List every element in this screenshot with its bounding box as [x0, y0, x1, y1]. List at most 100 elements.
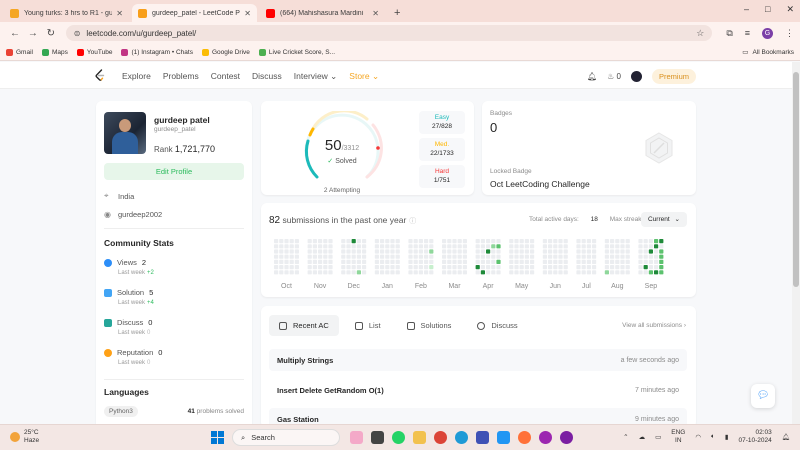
heatmap-cell — [475, 244, 480, 249]
submission-row[interactable]: Multiply Strings a few seconds ago — [269, 349, 687, 371]
heatmap-cell — [496, 244, 501, 249]
tab-solutions[interactable]: Solutions — [397, 315, 462, 336]
new-tab-button[interactable]: + — [388, 4, 406, 22]
clock[interactable]: 02:03 07-10-2024 — [738, 429, 771, 445]
profile-rank: Rank 1,721,770 — [154, 144, 215, 154]
submission-row[interactable]: Insert Delete GetRandom O(1) 7 minutes ag… — [269, 379, 687, 401]
difficulty-medium[interactable]: Med. 22/1733 — [419, 138, 465, 161]
whatsapp-icon[interactable] — [392, 431, 405, 444]
chrome-profile-icon[interactable] — [560, 431, 573, 444]
browser-tab-3[interactable]: (664) Mahishasura Mardini ✕ — [260, 4, 385, 22]
nav-explore[interactable]: Explore — [122, 71, 151, 82]
tab-recent-ac[interactable]: Recent AC — [269, 315, 339, 336]
task-view-icon[interactable] — [371, 431, 384, 444]
volume-icon[interactable]: 🔈︎ — [711, 433, 715, 441]
file-explorer-icon[interactable] — [413, 431, 426, 444]
heatmap-cell — [362, 249, 367, 254]
menu-dots-icon[interactable]: ⋮ — [785, 28, 794, 39]
maximize-button[interactable]: □ — [765, 4, 770, 15]
nav-interview[interactable]: Interview ⌄ — [294, 71, 338, 82]
language-indicator[interactable]: ENG IN — [671, 429, 685, 445]
difficulty-hard[interactable]: Hard 1/751 — [419, 165, 465, 188]
period-select[interactable]: Current ⌄ — [641, 212, 687, 227]
tab-close-icon[interactable]: ✕ — [244, 9, 251, 18]
info-icon[interactable]: ⓘ — [409, 218, 416, 225]
extensions-icon[interactable]: ⧉ — [726, 28, 732, 39]
bookmark-label: YouTube — [86, 48, 113, 56]
bookmark-gmail[interactable]: Gmail — [6, 48, 33, 56]
windows-start-icon[interactable] — [211, 431, 224, 444]
browser-tab-1[interactable]: Young turks: 3 hrs to R1 - gurdeep ✕ — [4, 4, 129, 22]
notifications-icon[interactable]: 🔔︎ — [782, 433, 790, 441]
chevron-up-icon[interactable]: ⌃ — [623, 433, 628, 441]
heatmap-cell — [491, 270, 496, 275]
heatmap-month-label: Nov — [314, 283, 327, 290]
reload-icon[interactable]: ↻ — [42, 28, 60, 39]
difficulty-easy[interactable]: Easy 27/828 — [419, 111, 465, 134]
language-tag[interactable]: Python3 — [104, 406, 138, 417]
media-icon[interactable]: ≡ — [745, 28, 750, 38]
forward-arrow-icon[interactable]: → — [24, 28, 42, 39]
weather-widget[interactable]: 25°C Haze — [10, 429, 39, 445]
leetcode-logo-icon[interactable] — [94, 69, 106, 82]
app-icon[interactable] — [476, 431, 489, 444]
all-bookmarks-button[interactable]: ▭ All Bookmarks — [742, 48, 794, 57]
widgets-app-icon[interactable] — [350, 431, 363, 444]
badges-count: 0 — [490, 120, 498, 135]
bookmark-star-icon[interactable]: ☆ — [696, 28, 704, 39]
bookmark-youtube[interactable]: YouTube — [76, 48, 113, 56]
cloud-icon[interactable]: ☁ — [639, 433, 646, 441]
feedback-chat-button[interactable]: 💬︎ — [751, 384, 775, 408]
tab-close-icon[interactable]: ✕ — [372, 9, 379, 18]
tab-discuss[interactable]: Discuss — [467, 315, 527, 336]
wifi-icon[interactable]: ◠ — [695, 433, 701, 441]
heatmap-cell — [307, 259, 312, 264]
bookmark-instagram[interactable]: (1) Instagram • Chats — [121, 48, 193, 56]
premium-button[interactable]: Premium — [651, 69, 696, 84]
taskbar-search[interactable]: ⌕ Search — [232, 429, 340, 446]
heatmap-cell — [542, 254, 547, 259]
github-icon: ◉ — [104, 210, 111, 219]
edit-profile-button[interactable]: Edit Profile — [104, 163, 244, 180]
chrome-icon[interactable] — [434, 431, 447, 444]
chrome-profile-icon[interactable] — [539, 431, 552, 444]
bookmark-cricket[interactable]: Live Cricket Score, S... — [258, 48, 335, 56]
heatmap-cell — [530, 254, 535, 259]
close-window-button[interactable]: ✕ — [786, 4, 794, 15]
battery-icon[interactable]: ▮ — [725, 433, 729, 441]
browser-tab-2[interactable]: gurdeep_patel - LeetCode Profile ✕ — [132, 4, 257, 22]
points-display[interactable]: ♨ 0 — [607, 72, 621, 81]
heatmap-cell — [328, 265, 333, 270]
page-scrollbar[interactable] — [792, 62, 800, 424]
minimize-button[interactable]: – — [744, 4, 749, 15]
notification-bell-icon[interactable]: 🔔︎ — [587, 72, 597, 81]
heatmap-cell — [274, 239, 279, 244]
view-all-submissions-link[interactable]: View all submissions › — [622, 322, 686, 329]
heatmap-cell — [413, 259, 418, 264]
user-avatar[interactable] — [630, 71, 642, 82]
tab-list[interactable]: List — [345, 315, 391, 336]
nav-discuss[interactable]: Discuss — [252, 71, 282, 82]
profile-avatar[interactable]: G — [762, 27, 774, 39]
firefox-icon[interactable] — [518, 431, 531, 444]
solved-ring[interactable]: 50/3312 ✓ Solved 2 Attempting — [299, 109, 385, 194]
edge-icon[interactable] — [455, 431, 468, 444]
bookmark-maps[interactable]: Maps — [41, 48, 68, 56]
bookmark-google-drive[interactable]: Google Drive — [201, 48, 250, 56]
monitor-icon[interactable]: ▭ — [655, 433, 661, 441]
nav-store[interactable]: Store ⌄ — [349, 71, 379, 82]
back-arrow-icon[interactable]: ← — [6, 28, 24, 39]
nav-problems[interactable]: Problems — [163, 71, 199, 82]
app-icon[interactable] — [497, 431, 510, 444]
url-input[interactable]: ⊜ leetcode.com/u/gurdeep_patel/ ☆ — [65, 25, 713, 41]
github-row[interactable]: ◉ gurdeep2002 — [104, 210, 162, 219]
heatmap-cell — [576, 244, 581, 249]
nav-contest[interactable]: Contest — [211, 71, 240, 82]
scrollbar-thumb[interactable] — [793, 72, 799, 287]
site-info-icon[interactable]: ⊜ — [74, 29, 81, 38]
heatmap-cell — [457, 259, 462, 264]
taskbar-apps — [350, 431, 573, 444]
locked-badge-icon[interactable] — [642, 131, 676, 165]
heatmap-cell — [351, 265, 356, 270]
tab-close-icon[interactable]: ✕ — [116, 9, 123, 18]
